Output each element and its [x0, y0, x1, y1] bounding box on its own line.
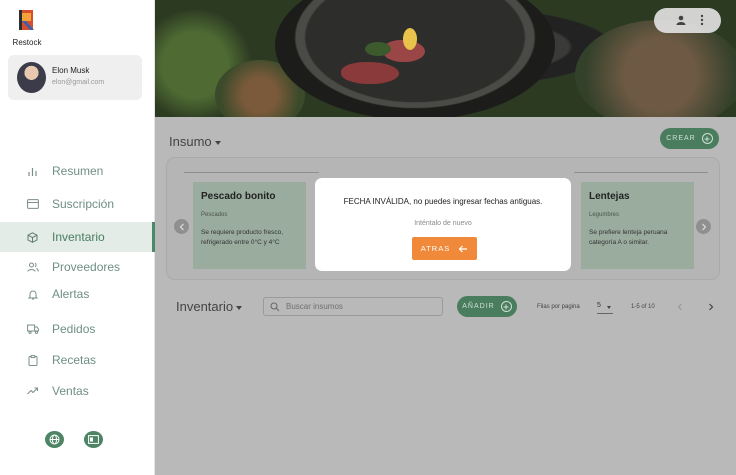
plus-circle-icon: [701, 133, 713, 144]
app-name: Restock: [12, 38, 42, 47]
card-category: Legumbres: [589, 212, 620, 218]
language-button[interactable]: [45, 431, 64, 448]
hero-image: [155, 0, 736, 117]
account-menu[interactable]: [654, 8, 721, 33]
pagination-range: 1-5 of 10: [631, 304, 655, 310]
sidebar-item-suscripcion[interactable]: Suscripción: [0, 189, 155, 219]
back-button-label: ATRAS: [420, 244, 451, 253]
insumo-title[interactable]: Insumo: [169, 134, 221, 149]
prev-page-icon[interactable]: [677, 303, 683, 311]
card-title: Pescado bonito: [201, 191, 276, 202]
app-logo[interactable]: Restock: [10, 8, 44, 47]
sidebar-item-label: Inventario: [52, 230, 105, 244]
insumo-title-label: Insumo: [169, 134, 212, 149]
chevron-left-icon: [179, 223, 184, 230]
chevron-right-icon: [701, 223, 706, 230]
sidebar-item-proveedores[interactable]: Proveedores: [0, 252, 155, 282]
users-icon: [26, 261, 39, 274]
sidebar-item-ventas[interactable]: Ventas: [0, 376, 155, 406]
divider: [184, 172, 319, 173]
user-email: elon@gmail.com: [52, 79, 105, 86]
arrow-left-icon: [458, 245, 468, 252]
search-icon: [270, 302, 280, 312]
trending-up-icon: [26, 385, 39, 398]
chevron-down-icon: [607, 306, 611, 309]
card-title: Lentejas: [589, 191, 630, 202]
card-description: Se requiere producto fresco, refrigerado…: [201, 229, 284, 246]
user-name: Elon Musk: [52, 66, 90, 75]
clipboard-icon: [26, 354, 39, 367]
carousel-next-button[interactable]: [696, 219, 711, 234]
plus-circle-icon: [500, 301, 512, 312]
restock-logo-icon: [19, 10, 34, 30]
credit-card-icon: [26, 198, 39, 211]
carousel-prev-button[interactable]: [174, 219, 189, 234]
person-icon: [676, 15, 686, 25]
next-page-icon[interactable]: [708, 303, 714, 311]
sidebar-item-recetas[interactable]: Recetas: [0, 345, 155, 375]
sidebar-item-label: Alertas: [52, 287, 90, 301]
card-description: Se prefiere lenteja peruana categoría A …: [589, 229, 668, 246]
truck-icon: [26, 323, 39, 336]
sidebar-item-resumen[interactable]: Resumen: [0, 156, 155, 186]
inventario-title-label: Inventario: [176, 299, 234, 314]
bell-icon: [26, 288, 39, 301]
back-button[interactable]: ATRAS: [412, 237, 477, 260]
create-button-label: CREAR: [666, 135, 696, 142]
chevron-down-icon: [214, 140, 221, 145]
rows-per-page-label: Filas por pagina: [537, 304, 580, 310]
bar-chart-icon: [26, 165, 39, 178]
insumo-card[interactable]: Pescado bonito Pescados Se requiere prod…: [193, 182, 306, 269]
sidebar-item-inventario[interactable]: Inventario: [0, 222, 155, 252]
sidebar-item-label: Suscripción: [52, 197, 115, 211]
page-body-dimmed: Insumo CREAR Pescado bonito Pescados Se …: [155, 117, 736, 475]
globe-icon: [49, 434, 60, 445]
sidebar-item-label: Recetas: [52, 353, 97, 367]
add-button-label: AÑADIR: [462, 303, 495, 310]
dialog-sub-message: Inténtalo de nuevo: [414, 220, 472, 227]
divider: [574, 172, 708, 173]
sidebar-item-label: Ventas: [52, 384, 89, 398]
rows-per-page-value: 5: [597, 302, 601, 309]
rows-per-page-select[interactable]: 5: [597, 302, 613, 314]
sidebar: Restock Elon Musk elon@gmail.com Resumen…: [0, 0, 155, 475]
sidebar-item-label: Pedidos: [52, 322, 96, 336]
cube-icon: [26, 231, 39, 244]
add-button[interactable]: AÑADIR: [457, 296, 517, 317]
sidebar-item-alertas[interactable]: Alertas: [0, 279, 155, 309]
insumo-card[interactable]: Lentejas Legumbres Se prefiere lenteja p…: [581, 182, 694, 269]
inventario-title[interactable]: Inventario: [176, 299, 243, 314]
sidebar-item-pedidos[interactable]: Pedidos: [0, 314, 155, 344]
layout-button[interactable]: [84, 431, 103, 448]
search-placeholder: Buscar insumos: [286, 302, 343, 311]
user-card[interactable]: Elon Musk elon@gmail.com: [8, 55, 142, 100]
search-input[interactable]: Buscar insumos: [263, 297, 443, 316]
sidebar-item-label: Resumen: [52, 164, 104, 178]
card-category: Pescados: [201, 212, 228, 218]
dialog-message: FECHA INVÁLIDA, no puedes ingresar fecha…: [343, 197, 543, 206]
layout-icon: [88, 435, 99, 444]
more-vertical-icon: [700, 14, 704, 26]
chevron-down-icon: [236, 305, 243, 310]
create-button[interactable]: CREAR: [660, 128, 719, 149]
error-dialog: FECHA INVÁLIDA, no puedes ingresar fecha…: [315, 178, 571, 271]
sidebar-item-label: Proveedores: [52, 260, 121, 274]
avatar: [17, 62, 46, 93]
